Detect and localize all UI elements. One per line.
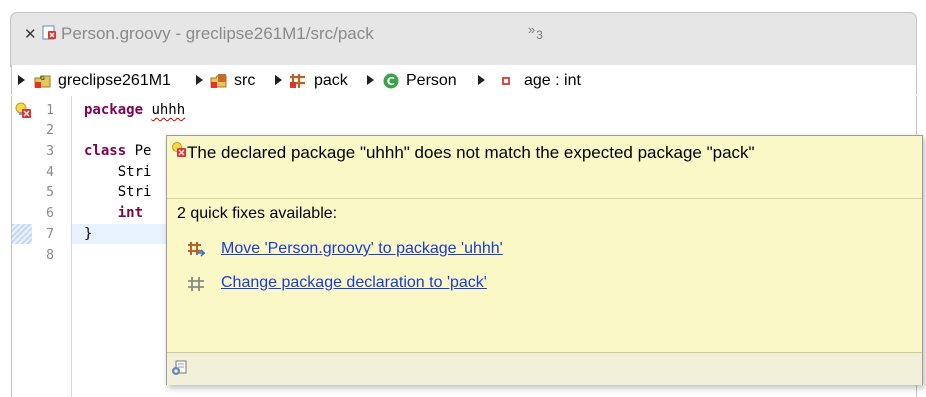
chevron-right-icon[interactable] <box>18 75 25 85</box>
tab-overflow-indicator[interactable]: »3 <box>528 22 543 42</box>
line-number: 6 <box>46 206 54 221</box>
package-icon <box>289 72 307 90</box>
configure-icon[interactable] <box>170 359 188 377</box>
groovy-project-icon: G <box>34 72 52 90</box>
chevron-right-icon[interactable] <box>196 75 203 85</box>
line-number: 3 <box>46 144 54 159</box>
error-lightbulb-icon <box>172 142 186 157</box>
line-number: 7 <box>46 227 54 242</box>
svg-text:C: C <box>387 75 395 88</box>
svg-text:G: G <box>40 75 45 82</box>
quick-fixes-count: 2 quick fixes available: <box>177 205 338 222</box>
tab-title[interactable]: Person.groovy - greclipse261M1/src/pack <box>61 24 374 44</box>
breadcrumb-item-pack[interactable]: pack <box>314 72 348 90</box>
quick-fix-move-file-link[interactable]: Move 'Person.groovy' to package 'uhhh' <box>221 240 503 258</box>
code-line[interactable]: } <box>84 226 92 242</box>
line-number: 1 <box>46 103 54 118</box>
code-line[interactable]: package uhhh <box>84 102 185 118</box>
vertical-ruler[interactable]: 1 2 3 4 5 6 7 8 <box>12 96 72 397</box>
divider <box>167 198 922 199</box>
editor-tab-bar: ✕ Person.groovy - greclipse261M1/src/pac… <box>0 0 926 67</box>
move-package-icon[interactable] <box>187 241 206 259</box>
code-line[interactable]: int <box>84 205 143 221</box>
breadcrumb: G greclipse261M1 src pack C Person age:… <box>11 65 917 95</box>
code-text: Stri <box>84 164 152 180</box>
class-icon: C <box>382 72 400 90</box>
code-line[interactable]: Stri <box>84 184 152 200</box>
code-keyword: package <box>84 102 152 118</box>
breadcrumb-item-src[interactable]: src <box>234 72 255 90</box>
tab-overflow-count: 3 <box>536 28 543 42</box>
quick-fix-change-package-link[interactable]: Change package declaration to 'pack' <box>221 274 487 292</box>
field-icon <box>497 72 515 90</box>
breadcrumb-item-person[interactable]: Person <box>406 72 457 90</box>
chevron-right-icon[interactable] <box>275 75 282 85</box>
code-text: Stri <box>84 184 152 200</box>
breadcrumb-item-field[interactable]: age : int <box>524 72 581 90</box>
popup-toolbar <box>167 352 922 385</box>
code-line[interactable]: class Pe <box>84 143 151 159</box>
problem-message: The declared package "uhhh" does not mat… <box>187 143 755 162</box>
code-line[interactable]: Stri <box>84 164 152 180</box>
chevron-right-icon[interactable] <box>367 75 374 85</box>
source-folder-icon <box>210 72 228 90</box>
error-token[interactable]: uhhh <box>151 102 185 118</box>
code-keyword: int <box>84 205 144 221</box>
package-icon[interactable] <box>187 275 205 293</box>
error-lightbulb-icon[interactable] <box>15 102 31 118</box>
current-line-marker <box>12 224 32 244</box>
groovy-file-error-icon <box>41 25 56 41</box>
code-keyword: class <box>84 143 135 159</box>
line-number: 8 <box>46 248 54 263</box>
line-number: 5 <box>46 185 54 200</box>
code-text: } <box>84 226 93 242</box>
line-number: 4 <box>46 165 54 180</box>
chevron-right-icon[interactable] <box>478 75 485 85</box>
code-text: Pe <box>134 143 152 159</box>
close-icon[interactable]: ✕ <box>24 25 37 43</box>
breadcrumb-item-project[interactable]: greclipse261M1 <box>58 72 171 90</box>
line-number: 2 <box>46 123 54 138</box>
quick-fix-hover-popup[interactable]: The declared package "uhhh" does not mat… <box>166 135 923 385</box>
